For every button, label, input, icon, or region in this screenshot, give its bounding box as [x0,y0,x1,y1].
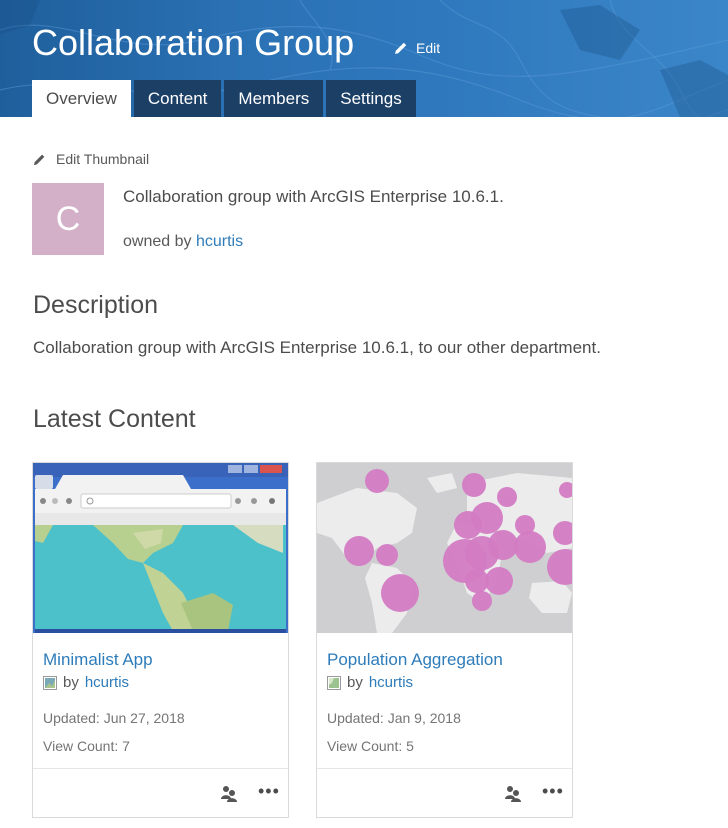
owned-by-prefix: owned by [123,233,192,250]
group-tabs: Overview Content Members Settings [32,80,416,117]
owner-link[interactable]: hcurtis [196,233,243,250]
more-options-button[interactable]: ••• [258,781,280,802]
by-prefix: by [347,674,363,691]
latest-content-heading: Latest Content [33,405,196,433]
edit-group-label: Edit [416,40,441,56]
content-card: Minimalist App by hcurtis Updated: Jun 2… [32,462,289,818]
edit-thumbnail-button[interactable]: Edit Thumbnail [33,151,149,167]
content-view-count: View Count: 7 [43,738,130,754]
by-prefix: by [63,674,79,691]
content-owner-link[interactable]: hcurtis [369,674,413,691]
pencil-icon [33,154,45,165]
content-byline: by hcurtis [43,674,129,691]
content-updated: Updated: Jun 27, 2018 [43,710,185,726]
content-card: Population Aggregation by hcurtis Update… [316,462,573,818]
group-header-banner: Collaboration Group Edit Overview Conten… [0,0,728,117]
share-groups-icon[interactable] [505,785,521,802]
group-owner: owned by hcurtis [123,233,243,251]
edit-group-button[interactable]: Edit [394,40,440,56]
description-text: Collaboration group with ArcGIS Enterpri… [33,338,601,357]
content-updated: Updated: Jan 9, 2018 [327,710,461,726]
pencil-icon [395,42,407,54]
content-card-footer: ••• [33,768,288,818]
world-map-proportional-circles [317,463,572,633]
content-view-count: View Count: 5 [327,738,414,754]
tab-settings[interactable]: Settings [326,80,416,117]
content-byline: by hcurtis [327,674,413,691]
content-title[interactable]: Minimalist App [43,650,153,670]
content-thumbnail[interactable] [317,463,572,633]
tab-members[interactable]: Members [224,80,324,117]
edit-thumbnail-label: Edit Thumbnail [56,151,150,167]
group-summary: Collaboration group with ArcGIS Enterpri… [123,187,504,206]
map-service-icon [327,675,341,690]
tab-content[interactable]: Content [133,80,222,117]
more-options-button[interactable]: ••• [542,781,564,802]
group-title: Collaboration Group [32,22,355,63]
content-card-footer: ••• [317,768,572,818]
content-thumbnail[interactable] [33,463,288,633]
group-thumbnail: C [32,183,104,255]
share-groups-icon[interactable] [221,785,237,802]
browser-window-map-screenshot [33,463,288,633]
content-title[interactable]: Population Aggregation [327,650,503,670]
description-heading: Description [33,291,159,319]
tab-overview[interactable]: Overview [32,80,131,117]
web-app-icon [43,675,57,690]
content-owner-link[interactable]: hcurtis [85,674,129,691]
